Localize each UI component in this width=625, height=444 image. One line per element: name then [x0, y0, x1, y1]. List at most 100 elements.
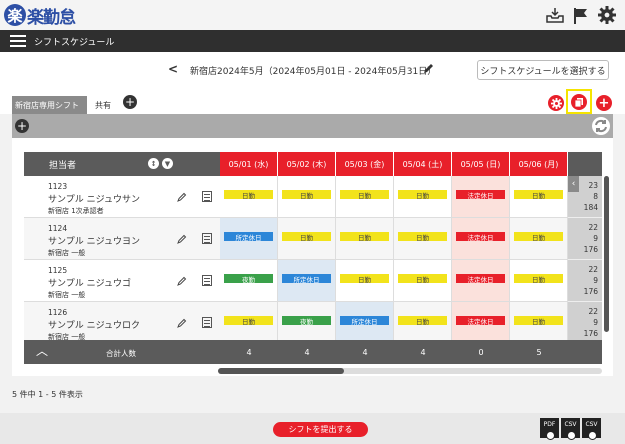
shift-cell[interactable]: 法定休日: [452, 176, 510, 218]
summary-value: 9: [593, 234, 598, 243]
collapse-up-icon[interactable]: ︿: [36, 342, 48, 359]
employee-name[interactable]: サンプル ニジュウゴ: [48, 276, 131, 289]
collapse-summary-icon[interactable]: ‹: [568, 176, 579, 192]
edit-pencil-icon[interactable]: [423, 62, 435, 77]
employee-code: 1123: [48, 182, 68, 191]
employee-name[interactable]: サンプル ニジュウヨン: [48, 234, 140, 247]
note-icon[interactable]: [202, 233, 212, 244]
settings-red-icon[interactable]: [548, 93, 564, 111]
note-icon[interactable]: [202, 317, 212, 328]
shift-cell[interactable]: 日勤: [336, 218, 394, 260]
shift-cell[interactable]: 日勤: [394, 260, 452, 302]
total-count: 4: [336, 340, 394, 364]
shift-cell[interactable]: 日勤: [220, 302, 278, 344]
nav-bar: シフトスケジュール: [0, 30, 625, 52]
edit-icon[interactable]: [177, 318, 187, 331]
date-header[interactable]: 05/04 (土): [394, 152, 452, 176]
date-header[interactable]: 05/02 (木): [278, 152, 336, 176]
summary-cell: 22 9 176: [568, 302, 602, 344]
shift-badge: 所定休日: [282, 274, 331, 284]
shift-cell[interactable]: 日勤: [394, 218, 452, 260]
period-bar: < 新宿店2024年5月（2024年05月01日 - 2024年05月31日） …: [0, 52, 625, 88]
date-header[interactable]: 05/06 (月): [510, 152, 568, 176]
shift-cell[interactable]: 法定休日: [452, 302, 510, 344]
pdf-export-icon[interactable]: PDF: [540, 418, 559, 440]
csv-export-icon[interactable]: CSV: [561, 418, 580, 440]
shift-cell[interactable]: 夜勤: [278, 302, 336, 344]
inbox-icon[interactable]: [545, 5, 565, 25]
date-header[interactable]: 05/03 (金): [336, 152, 394, 176]
csv-export-icon[interactable]: CSV: [582, 418, 601, 440]
note-icon[interactable]: [202, 191, 212, 202]
summary-value: 176: [583, 245, 598, 254]
shift-badge: 法定休日: [456, 274, 505, 284]
total-count: 4: [394, 340, 452, 364]
add-shift-button[interactable]: +: [596, 93, 612, 111]
shift-cell[interactable]: 日勤: [278, 218, 336, 260]
shift-cell[interactable]: 夜勤: [220, 260, 278, 302]
shift-cell[interactable]: 日勤: [394, 302, 452, 344]
shift-cell[interactable]: 日勤: [510, 260, 568, 302]
app-logo[interactable]: 楽 楽勤怠: [4, 3, 76, 28]
shift-badge: 日勤: [398, 274, 447, 284]
vertical-scrollbar[interactable]: [604, 176, 609, 332]
edit-icon[interactable]: [177, 276, 187, 289]
summary-value: 176: [583, 329, 598, 338]
total-count: 4: [220, 340, 278, 364]
note-icon[interactable]: [202, 275, 212, 286]
copy-shift-button[interactable]: [566, 89, 592, 114]
shift-cell[interactable]: 日勤: [394, 176, 452, 218]
shift-cell[interactable]: 所定休日: [278, 260, 336, 302]
shift-cell[interactable]: 日勤: [220, 176, 278, 218]
horizontal-scrollbar[interactable]: [218, 368, 344, 374]
flag-icon[interactable]: [571, 5, 591, 25]
edit-icon[interactable]: [177, 234, 187, 247]
shift-cell[interactable]: 日勤: [510, 176, 568, 218]
shift-badge: 日勤: [340, 190, 389, 200]
shift-badge: 日勤: [398, 316, 447, 326]
employee-name[interactable]: サンプル ニジュウロク: [48, 318, 140, 331]
shift-cell[interactable]: 日勤: [510, 218, 568, 260]
shift-badge: 法定休日: [456, 316, 505, 326]
date-header[interactable]: 05/01 (水): [220, 152, 278, 176]
employee-cell: 1124 サンプル ニジュウヨン 新宿店 一般: [24, 218, 220, 260]
shift-cell[interactable]: 日勤: [336, 260, 394, 302]
totals-footer: ︿ 合計人数: [24, 340, 220, 364]
shift-cell[interactable]: 所定休日: [336, 302, 394, 344]
shift-cell[interactable]: 日勤: [278, 176, 336, 218]
tab-bar: 新宿店専用シフト 共有: [0, 88, 625, 114]
shift-cell[interactable]: 日勤: [510, 302, 568, 344]
employee-name[interactable]: サンプル ニジュウサン: [48, 192, 140, 205]
sort-icon[interactable]: ↕: [148, 158, 159, 169]
tab-shinjuku[interactable]: 新宿店専用シフト: [12, 96, 87, 114]
tab-shared[interactable]: 共有: [92, 96, 114, 114]
select-schedule-button[interactable]: シフトスケジュールを選択する: [477, 60, 609, 80]
summary-value: 22: [588, 265, 598, 274]
shift-badge: 日勤: [282, 190, 331, 200]
shift-cell[interactable]: 日勤: [336, 176, 394, 218]
employee-code: 1124: [48, 224, 68, 233]
shift-badge: 日勤: [224, 190, 273, 200]
filter-icon[interactable]: ▼: [162, 158, 173, 169]
total-count: 4: [278, 340, 336, 364]
refresh-icon[interactable]: [592, 117, 610, 135]
expand-plus-icon[interactable]: +: [15, 119, 29, 133]
summary-value: 184: [583, 203, 598, 212]
prev-period-button[interactable]: <: [168, 62, 178, 76]
shift-badge: 所定休日: [224, 232, 273, 242]
employee-code: 1126: [48, 308, 68, 317]
shift-badge: 夜勤: [224, 274, 273, 284]
shift-badge: 日勤: [340, 274, 389, 284]
shift-cell[interactable]: 法定休日: [452, 260, 510, 302]
shift-badge: 日勤: [514, 274, 563, 284]
submit-shift-button[interactable]: シフトを提出する: [273, 422, 368, 437]
total-count: 5: [510, 340, 568, 364]
date-header[interactable]: 05/05 (日): [452, 152, 510, 176]
shift-cell[interactable]: 所定休日: [220, 218, 278, 260]
edit-icon[interactable]: [177, 192, 187, 205]
menu-icon[interactable]: [10, 35, 26, 47]
shift-cell[interactable]: 法定休日: [452, 218, 510, 260]
logo-badge: 楽: [4, 4, 26, 26]
add-tab-button[interactable]: +: [123, 95, 137, 109]
gear-icon[interactable]: [597, 5, 617, 25]
